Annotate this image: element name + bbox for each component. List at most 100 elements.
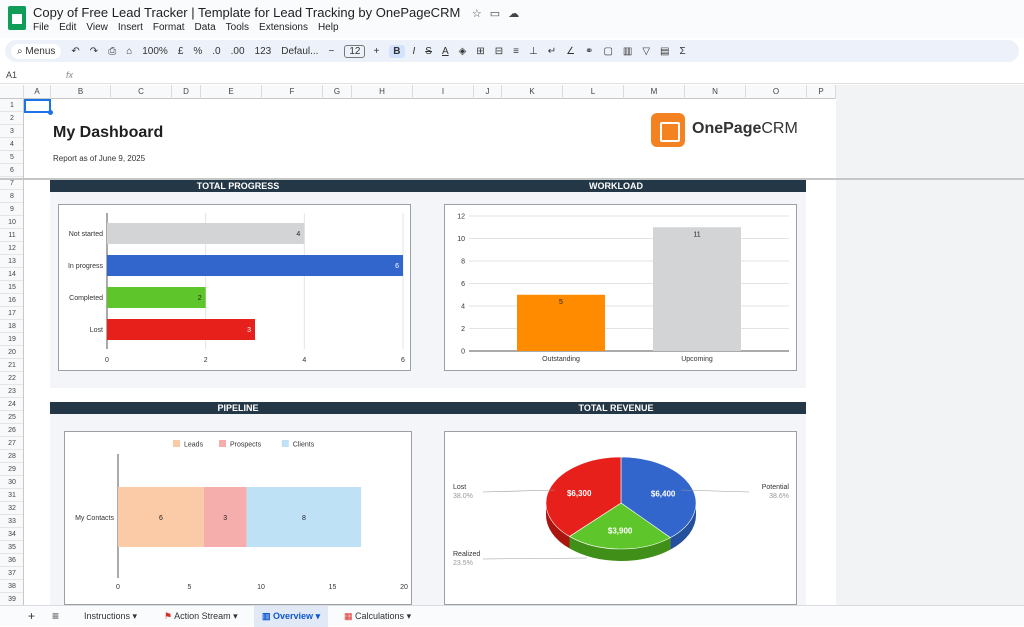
column-header-b[interactable]: B [51,85,111,99]
row-header-16[interactable]: 16 [0,294,23,307]
row-header-28[interactable]: 28 [0,450,23,463]
row-header-23[interactable]: 23 [0,385,23,398]
all-sheets-button[interactable]: ≡ [52,606,59,627]
comment-icon[interactable]: ▢ [603,46,612,57]
percent-button[interactable]: % [193,46,202,57]
cloud-icon[interactable]: ☁ [508,7,519,20]
tab-overview[interactable]: ▥ Overview ▾ [254,606,329,627]
row-header-21[interactable]: 21 [0,359,23,372]
chevron-down-icon[interactable]: ▾ [133,611,138,621]
menu-edit[interactable]: Edit [59,22,76,33]
column-header-o[interactable]: O [746,85,807,99]
document-title[interactable]: Copy of Free Lead Tracker | Template for… [33,5,460,20]
currency-button[interactable]: £ [178,46,184,57]
filter-views-icon[interactable]: ▤ [660,46,669,57]
add-sheet-button[interactable]: + [28,606,35,627]
row-header-1[interactable]: 1 [0,99,23,112]
fill-color-icon[interactable]: ◈ [459,46,467,57]
row-header-36[interactable]: 36 [0,554,23,567]
row-header-37[interactable]: 37 [0,567,23,580]
column-header-g[interactable]: G [323,85,352,99]
filter-icon[interactable]: ▽ [642,46,650,57]
tab-action-stream[interactable]: ⚑ Action Stream ▾ [156,606,246,627]
font-size-input[interactable]: 12 [344,44,366,58]
number-format-button[interactable]: 123 [255,46,272,57]
chevron-down-icon[interactable]: ▾ [233,611,238,621]
increase-decimal-button[interactable]: .00 [231,46,245,57]
column-header-h[interactable]: H [352,85,413,99]
font-select[interactable]: Defaul... [281,46,318,57]
row-header-6[interactable]: 6 [0,164,23,177]
row-header-9[interactable]: 9 [0,203,23,216]
menu-tools[interactable]: Tools [226,22,249,33]
row-header-12[interactable]: 12 [0,242,23,255]
row-header-14[interactable]: 14 [0,268,23,281]
star-icon[interactable]: ☆ [472,7,482,20]
column-header-a[interactable]: A [24,85,51,99]
row-header-24[interactable]: 24 [0,398,23,411]
decrease-font-icon[interactable]: − [328,46,334,57]
select-all-corner[interactable] [0,85,24,99]
column-header-c[interactable]: C [111,85,172,99]
row-header-38[interactable]: 38 [0,580,23,593]
strikethrough-button[interactable]: S [425,46,432,57]
row-header-19[interactable]: 19 [0,333,23,346]
menu-data[interactable]: Data [195,22,216,33]
bold-button[interactable]: B [389,44,405,58]
total-progress-chart[interactable]: 0 2 4 6 Not started 4 In progress 6 Completed 2 Lo… [58,204,411,371]
zoom-select[interactable]: 100% [142,46,168,57]
column-header-d[interactable]: D [172,85,201,99]
row-header-18[interactable]: 18 [0,320,23,333]
row-header-17[interactable]: 17 [0,307,23,320]
row-header-27[interactable]: 27 [0,437,23,450]
menu-file[interactable]: File [33,22,49,33]
row-header-30[interactable]: 30 [0,476,23,489]
selected-cell-a1[interactable] [24,99,51,113]
column-header-i[interactable]: I [413,85,474,99]
decrease-decimal-button[interactable]: .0 [212,46,220,57]
formula-input[interactable] [90,70,990,82]
row-header-39[interactable]: 39 [0,593,23,605]
row-header-33[interactable]: 33 [0,515,23,528]
menu-format[interactable]: Format [153,22,185,33]
menu-view[interactable]: View [86,22,108,33]
column-header-e[interactable]: E [201,85,262,99]
row-header-4[interactable]: 4 [0,138,23,151]
text-color-button[interactable]: A [442,46,449,57]
print-icon[interactable]: ⎙ [108,46,116,57]
row-header-11[interactable]: 11 [0,229,23,242]
row-header-26[interactable]: 26 [0,424,23,437]
column-header-l[interactable]: L [563,85,624,99]
row-header-22[interactable]: 22 [0,372,23,385]
link-icon[interactable]: ⚭ [585,46,593,57]
row-header-25[interactable]: 25 [0,411,23,424]
undo-icon[interactable]: ↶ [71,46,79,57]
menu-extensions[interactable]: Extensions [259,22,308,33]
paint-format-icon[interactable]: ⌂ [126,46,132,57]
menu-help[interactable]: Help [318,22,339,33]
chevron-down-icon[interactable]: ▾ [316,611,321,621]
row-header-29[interactable]: 29 [0,463,23,476]
row-header-10[interactable]: 10 [0,216,23,229]
column-header-f[interactable]: F [262,85,323,99]
fill-handle[interactable] [48,110,53,115]
row-header-31[interactable]: 31 [0,489,23,502]
name-box[interactable]: A1 [6,70,17,80]
align-horizontal-icon[interactable]: ≡ [513,46,519,57]
borders-icon[interactable]: ⊞ [476,46,484,57]
row-header-13[interactable]: 13 [0,255,23,268]
row-header-2[interactable]: 2 [0,112,23,125]
pipeline-chart[interactable]: 0 5 10 15 20 Leads Prospects Clients 6 3 8 My Conta… [64,431,412,605]
folder-icon[interactable]: ▭ [490,7,500,20]
chevron-down-icon[interactable]: ▾ [407,611,412,621]
column-header-k[interactable]: K [502,85,563,99]
row-header-3[interactable]: 3 [0,125,23,138]
total-revenue-chart[interactable]: $6,400 $3,900 $6,300 Potential 38.6% Realized… [444,431,797,605]
row-header-34[interactable]: 34 [0,528,23,541]
redo-icon[interactable]: ↷ [90,46,98,57]
column-header-p[interactable]: P [807,85,836,99]
tab-instructions[interactable]: Instructions ▾ [76,606,145,627]
menus-button[interactable]: ⌕ Menus [11,43,62,59]
row-header-15[interactable]: 15 [0,281,23,294]
row-header-8[interactable]: 8 [0,190,23,203]
